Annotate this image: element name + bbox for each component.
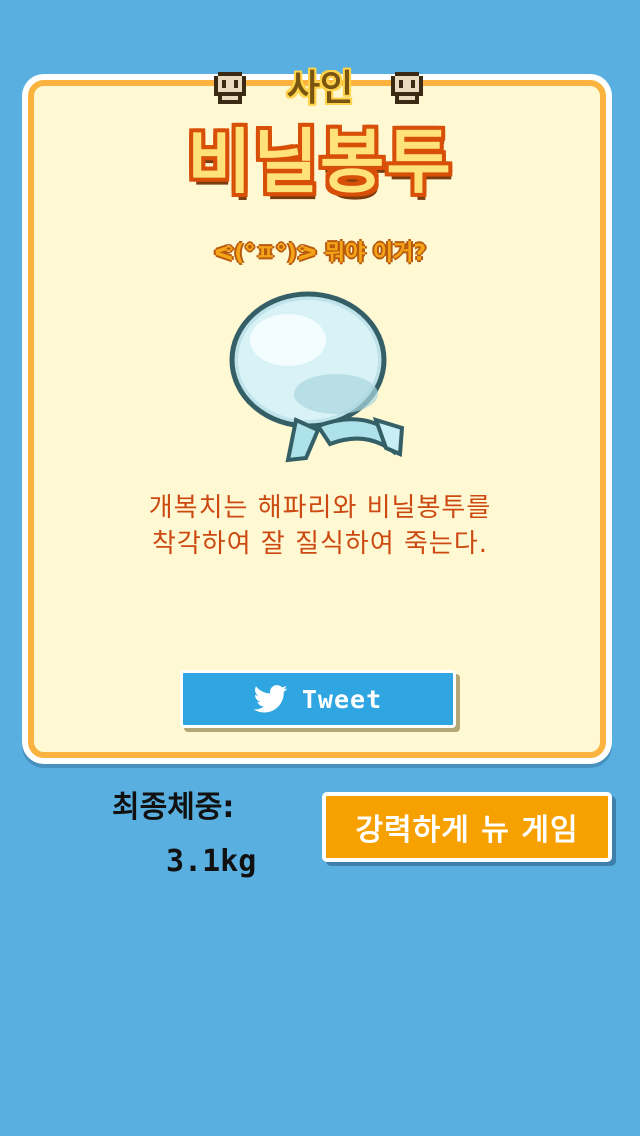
cause-of-death-header: 사인 (0, 66, 640, 112)
twitter-bird-icon (253, 685, 288, 713)
new-game-label: 강력하게 뉴 게임 (355, 813, 579, 848)
death-cause-title: 비닐봉투 (187, 121, 453, 203)
new-game-button[interactable]: 강력하게 뉴 게임 (322, 792, 612, 862)
skull-icon (214, 72, 246, 104)
cause-label: 사인 (286, 68, 354, 109)
tweet-label: Tweet (301, 684, 383, 714)
final-weight-label: 최종체중: (112, 790, 235, 825)
tweet-button[interactable]: Tweet (180, 670, 456, 728)
description-line: 착각하여 잘 질식하여 죽는다. (151, 529, 489, 559)
plastic-bag-icon (229, 291, 405, 463)
reaction-subtitle: ᕙ(°ㅍ°)ᕗ 뭐야 이거? (213, 241, 427, 266)
skull-icon (391, 72, 423, 104)
description-line: 개복치는 해파리와 비닐봉투를 (148, 493, 492, 523)
final-weight-value: 3.1kg (166, 844, 257, 879)
death-description: 개복치는 해파리와 비닐봉투를 착각하여 잘 질식하여 죽는다. (0, 490, 640, 562)
